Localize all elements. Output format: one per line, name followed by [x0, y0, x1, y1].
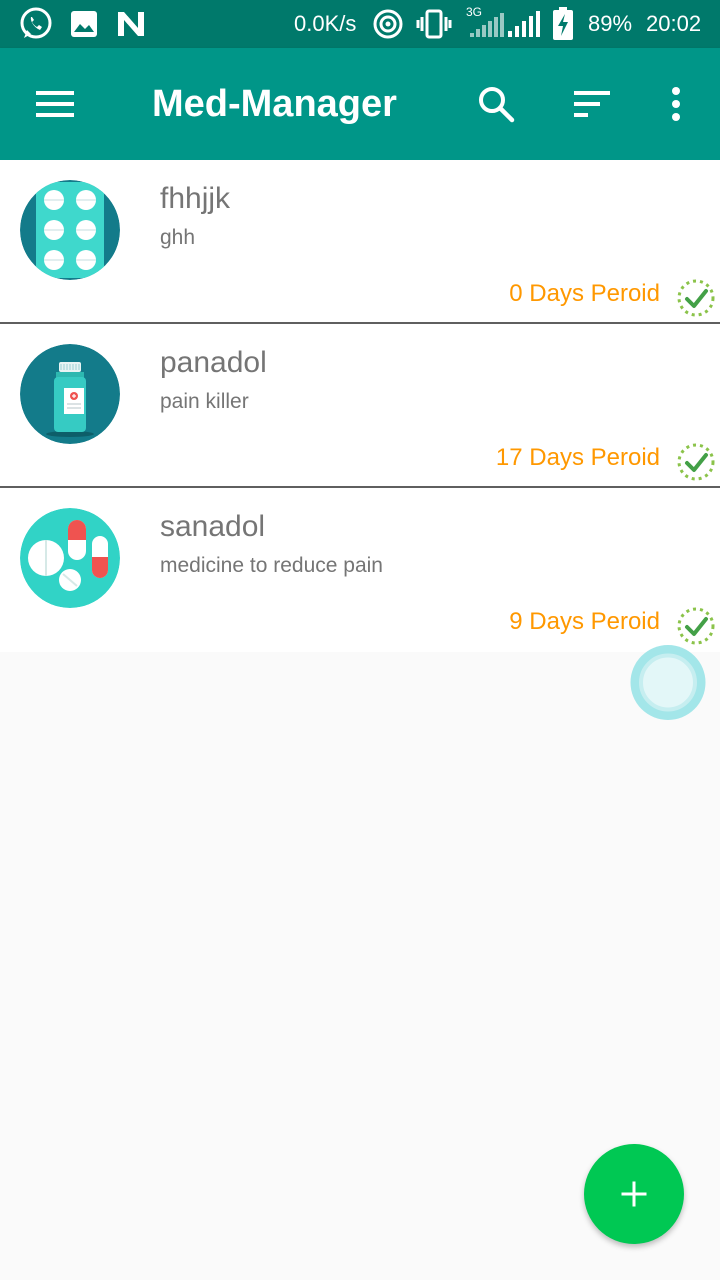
- list-item[interactable]: panadol pain killer 17 Days Peroid: [0, 324, 720, 488]
- whatsapp-icon: [18, 0, 54, 48]
- app-bar: Med-Manager: [0, 48, 720, 160]
- check-icon[interactable]: [676, 606, 716, 646]
- page-title: Med-Manager: [152, 83, 397, 125]
- signal-icon-2: [506, 0, 542, 48]
- medicine-name: panadol: [160, 346, 267, 379]
- pill-blister-icon: [20, 180, 120, 280]
- search-icon[interactable]: [468, 76, 524, 132]
- vibrate-icon: [416, 0, 452, 48]
- medicine-name: fhhjjk: [160, 182, 231, 215]
- net-speed: 0.0K/s: [294, 11, 357, 36]
- gallery-icon: [70, 0, 98, 48]
- touch-ripple: [616, 645, 720, 720]
- medicine-period: 17 Days Peroid: [495, 444, 660, 471]
- status-bar: 0.0K/s 3G 89% 20:02: [0, 0, 720, 48]
- medicine-period: 0 Days Peroid: [509, 280, 660, 307]
- medicine-list: fhhjjk ghh 0 Days Peroid panadol pain ki…: [0, 160, 720, 652]
- check-icon[interactable]: [676, 442, 716, 482]
- list-item[interactable]: fhhjjk ghh 0 Days Peroid: [0, 160, 720, 324]
- medicine-description: medicine to reduce pain: [160, 554, 383, 577]
- battery-charging-icon: [552, 0, 574, 48]
- add-medicine-button[interactable]: [584, 1144, 684, 1244]
- list-item[interactable]: sanadol medicine to reduce pain 9 Days P…: [0, 488, 720, 652]
- hotspot-icon: [372, 0, 404, 48]
- menu-icon[interactable]: [28, 76, 84, 132]
- capsules-icon: [20, 508, 120, 608]
- check-icon[interactable]: [676, 278, 716, 318]
- medicine-bottle-icon: [20, 344, 120, 444]
- medicine-period: 9 Days Peroid: [509, 608, 660, 635]
- medicine-name: sanadol: [160, 510, 266, 543]
- clock: 20:02: [646, 11, 702, 36]
- plus-icon: [621, 1181, 647, 1207]
- battery-level: 89%: [588, 11, 633, 36]
- n-icon: [116, 0, 146, 48]
- medicine-description: ghh: [160, 226, 196, 249]
- medicine-description: pain killer: [160, 390, 249, 413]
- signal-icon: [468, 0, 504, 48]
- sort-icon[interactable]: [564, 76, 620, 132]
- more-vert-icon[interactable]: [648, 76, 704, 132]
